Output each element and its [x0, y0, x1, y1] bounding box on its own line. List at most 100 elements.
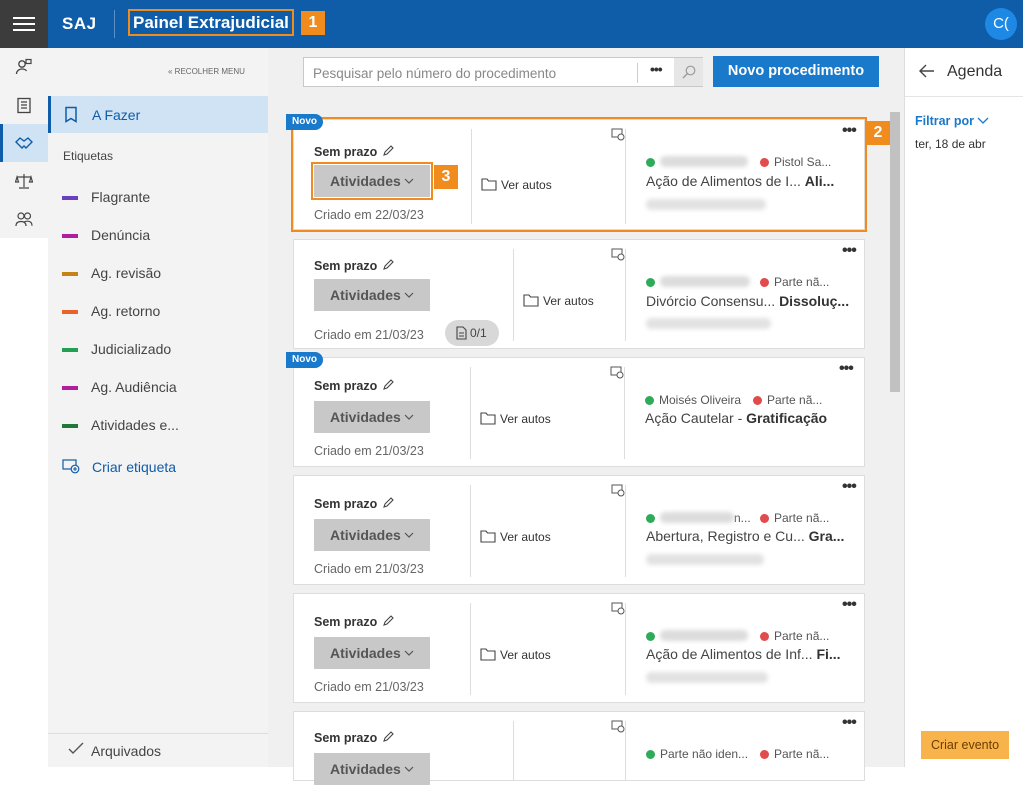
action-text: Abertura, Registro e Cu...: [646, 528, 805, 544]
user-avatar[interactable]: C(: [985, 8, 1017, 40]
scrollbar-thumb[interactable]: [890, 112, 900, 392]
procedure-card[interactable]: Sem prazo Atividades Criado em 21/03/23 …: [293, 239, 865, 349]
add-event-icon[interactable]: [611, 128, 625, 141]
procedure-card[interactable]: Sem prazo Atividades ••• Parte não iden.…: [293, 711, 865, 785]
rail-handshake-button[interactable]: [0, 124, 48, 162]
rail-person-button[interactable]: [0, 48, 48, 86]
card-more-button[interactable]: •••: [842, 123, 857, 139]
activities-dropdown[interactable]: Atividades: [314, 401, 430, 433]
search-options-button[interactable]: •••: [650, 61, 663, 77]
party-name: Parte nã...: [767, 393, 823, 407]
card-more-button[interactable]: •••: [842, 479, 857, 495]
pencil-icon[interactable]: [382, 496, 395, 509]
add-event-icon[interactable]: [611, 602, 625, 615]
arrow-left-icon[interactable]: [919, 64, 935, 78]
pencil-icon[interactable]: [382, 378, 395, 391]
pencil-icon[interactable]: [382, 258, 395, 271]
card-more-button[interactable]: •••: [839, 361, 854, 377]
rail-scale-button[interactable]: [0, 162, 48, 200]
card-more-button[interactable]: •••: [842, 715, 857, 731]
tag-color-swatch: [62, 386, 78, 390]
archived-button[interactable]: Arquivados: [48, 733, 268, 767]
created-date: Criado em 21/03/23: [314, 444, 424, 458]
sidebar-item-label: A Fazer: [92, 107, 141, 123]
action-subject: Gratificação: [746, 410, 828, 426]
action-text: Ação de Alimentos de Inf...: [646, 646, 813, 662]
deadline-label[interactable]: Sem prazo: [314, 615, 394, 629]
deadline-label[interactable]: Sem prazo: [314, 145, 394, 159]
minus-icon: [760, 632, 769, 641]
pencil-icon[interactable]: [382, 614, 395, 627]
search-box[interactable]: Pesquisar pelo número do procedimento ••…: [303, 57, 703, 87]
add-event-icon[interactable]: [611, 720, 625, 733]
party-passive: Parte nã...: [753, 393, 822, 407]
agenda-title: Agenda: [947, 63, 1003, 80]
folder-icon: [480, 648, 496, 661]
created-date: Criado em 22/03/23: [314, 208, 424, 222]
tag-label: Flagrante: [91, 189, 151, 205]
deadline-text: Sem prazo: [314, 379, 378, 393]
folder-icon: [481, 178, 497, 191]
deadline-label[interactable]: Sem prazo: [314, 731, 394, 745]
pencil-icon[interactable]: [382, 730, 395, 743]
procedure-card[interactable]: Novo Sem prazo Atividades Criado em 21/0…: [286, 352, 865, 467]
card-divider: [471, 129, 472, 224]
card-more-button[interactable]: •••: [842, 243, 857, 259]
scrollbar[interactable]: [888, 98, 902, 767]
deadline-label[interactable]: Sem prazo: [314, 379, 394, 393]
created-date: Criado em 21/03/23: [314, 328, 424, 342]
search-divider: [637, 63, 638, 83]
party-active: [646, 629, 748, 643]
rail-people-button[interactable]: [0, 200, 48, 238]
minus-icon: [760, 514, 769, 523]
activities-dropdown[interactable]: Atividades: [311, 162, 433, 200]
action-subject: Gra...: [808, 528, 845, 544]
folder-icon: [480, 530, 496, 543]
activities-dropdown[interactable]: Atividades: [314, 637, 430, 669]
add-event-icon[interactable]: [611, 484, 625, 497]
tag-color-swatch: [62, 424, 78, 428]
sidebar: « RECOLHER MENU A Fazer Etiquetas Flagra…: [48, 48, 268, 767]
action-text: Divórcio Consensu...: [646, 293, 776, 309]
new-procedure-button[interactable]: Novo procedimento: [713, 56, 879, 87]
create-label-text: Criar etiqueta: [92, 459, 177, 475]
collapse-menu-button[interactable]: « RECOLHER MENU: [168, 67, 245, 76]
procedure-card[interactable]: Sem prazo Atividades Criado em 21/03/23 …: [293, 593, 865, 703]
tag-label: Ag. revisão: [91, 265, 162, 281]
party-passive: Pistol Sa...: [760, 155, 831, 169]
tag-label: Judicializado: [91, 341, 172, 357]
party-active: [646, 155, 748, 169]
activities-dropdown[interactable]: Atividades: [314, 519, 430, 551]
party-active: Parte não iden...: [646, 747, 748, 761]
activities-dropdown[interactable]: Atividades: [314, 753, 430, 785]
procedure-card[interactable]: Novo Sem prazo Atividades 3 Criado em 22…: [286, 114, 867, 232]
view-records-label: Ver autos: [543, 294, 594, 308]
chevron-down-icon: [404, 178, 414, 184]
search-input[interactable]: Pesquisar pelo número do procedimento: [313, 66, 556, 81]
add-event-icon[interactable]: [610, 366, 624, 379]
party-active: Moisés Oliveira: [645, 393, 741, 407]
action-title: Ação Cautelar - Gratificação: [645, 410, 827, 426]
deadline-label[interactable]: Sem prazo: [314, 497, 394, 511]
create-event-button[interactable]: Criar evento: [921, 731, 1009, 759]
hamburger-menu-button[interactable]: [0, 0, 48, 48]
activities-dropdown[interactable]: Atividades: [314, 279, 430, 311]
filter-by-button[interactable]: Filtrar por: [915, 114, 989, 128]
party-name: Parte nã...: [774, 275, 830, 289]
agenda-date: ter, 18 de abr: [915, 137, 986, 151]
documents-count-badge[interactable]: 0/1: [445, 320, 499, 346]
folder-icon: [480, 412, 496, 425]
card-divider: [470, 485, 471, 577]
sidebar-item-a-fazer[interactable]: A Fazer: [48, 96, 268, 133]
search-button[interactable]: [674, 58, 703, 86]
pencil-icon[interactable]: [382, 144, 395, 157]
header-divider: [114, 10, 115, 38]
party-name: Parte nã...: [774, 629, 830, 643]
add-event-icon[interactable]: [611, 248, 625, 261]
chevron-down-icon: [404, 532, 414, 538]
rail-clipboard-button[interactable]: [0, 86, 48, 124]
procedure-card[interactable]: Sem prazo Atividades Criado em 21/03/23 …: [293, 475, 865, 585]
icon-rail: [0, 48, 48, 238]
deadline-label[interactable]: Sem prazo: [314, 259, 394, 273]
card-more-button[interactable]: •••: [842, 597, 857, 613]
